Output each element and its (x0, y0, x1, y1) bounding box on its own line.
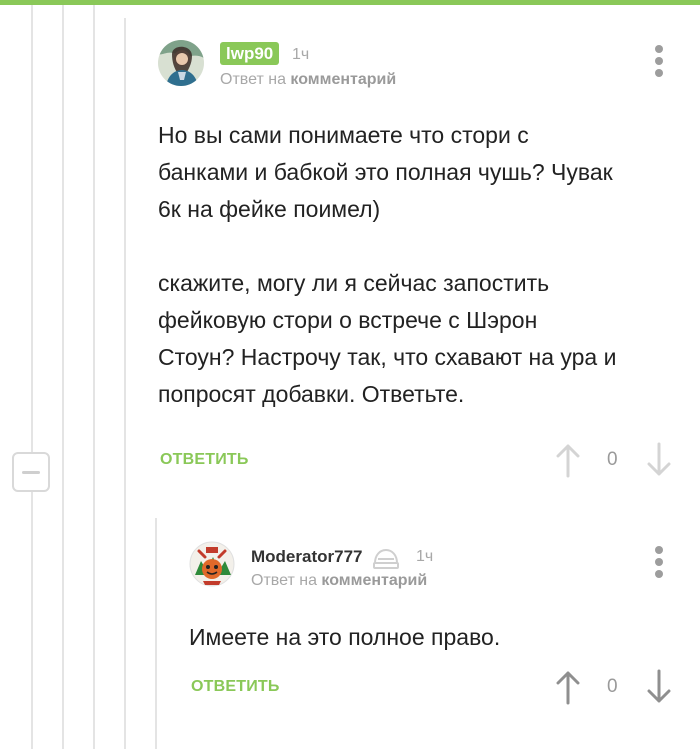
top-accent-bar (0, 0, 700, 5)
downvote-icon[interactable] (647, 442, 671, 478)
moderator-cap-icon (373, 548, 399, 569)
username-badge[interactable]: lwp90 (220, 42, 280, 65)
reply-button[interactable]: ОТВЕТИТЬ (160, 451, 249, 469)
username[interactable]: Moderator777 (251, 547, 362, 567)
minus-icon (22, 470, 40, 474)
reply-to: Ответ на комментарий (220, 71, 396, 89)
more-options-icon[interactable] (653, 45, 665, 77)
comment-time: 1ч (292, 46, 310, 63)
thread-line (62, 5, 64, 749)
avatar[interactable] (158, 40, 204, 86)
comment-text: Но вы сами понимаете что стори с банками… (158, 122, 617, 407)
thread-line (155, 518, 157, 749)
username[interactable]: lwp90 (220, 42, 280, 65)
reply-to-link[interactable]: комментарий (321, 572, 427, 589)
reply-to-link[interactable]: комментарий (290, 71, 396, 88)
vote-score: 0 (607, 449, 618, 470)
reply-button[interactable]: ОТВЕТИТЬ (191, 678, 280, 696)
comment-text: Имеете на это полное право. (189, 624, 501, 650)
more-options-icon[interactable] (653, 546, 665, 578)
vote-score: 0 (607, 676, 618, 697)
collapse-thread-button[interactable] (12, 452, 50, 492)
avatar[interactable] (189, 541, 235, 587)
thread-line (124, 18, 126, 749)
downvote-icon[interactable] (647, 669, 671, 705)
comment-time: 1ч (416, 548, 434, 565)
thread-line (31, 5, 33, 749)
upvote-icon[interactable] (556, 669, 580, 705)
thread-line (93, 5, 95, 749)
reply-to-prefix: Ответ на (251, 572, 322, 589)
reply-to-prefix: Ответ на (220, 71, 291, 88)
upvote-icon[interactable] (556, 442, 580, 478)
reply-to: Ответ на комментарий (251, 572, 427, 590)
